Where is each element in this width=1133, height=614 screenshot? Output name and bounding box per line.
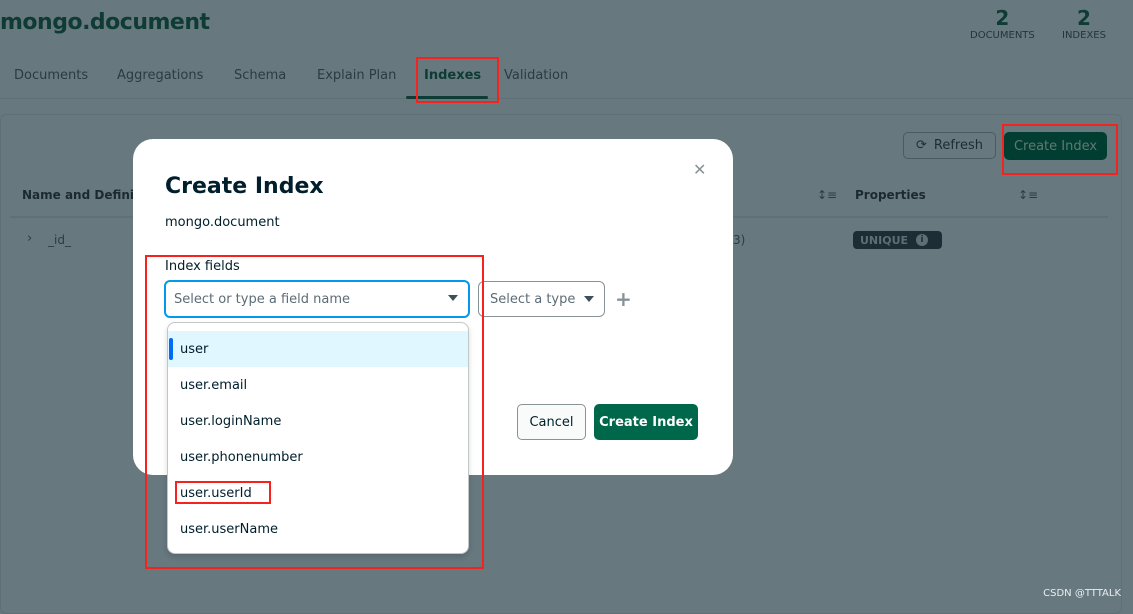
tab-validation[interactable]: Validation bbox=[504, 68, 568, 83]
expand-row-chevron-icon[interactable]: › bbox=[27, 231, 32, 246]
tab-explain-plan[interactable]: Explain Plan bbox=[317, 68, 396, 83]
annotation-box-indexes-tab bbox=[416, 57, 499, 103]
tab-schema[interactable]: Schema bbox=[234, 68, 286, 83]
documents-label: DOCUMENTS bbox=[970, 30, 1035, 41]
add-field-plus-icon[interactable]: + bbox=[615, 287, 632, 311]
refresh-label: Refresh bbox=[933, 138, 983, 153]
annotation-box-create-button bbox=[1002, 124, 1118, 175]
create-index-button[interactable]: Create Index bbox=[594, 404, 698, 440]
annotation-box-index-fields bbox=[145, 255, 484, 569]
close-icon[interactable]: ✕ bbox=[693, 160, 706, 179]
refresh-button[interactable]: ⟳ Refresh bbox=[903, 132, 996, 159]
sort-icon[interactable]: ↕≡ bbox=[817, 188, 837, 202]
indexes-stat: 2 INDEXES bbox=[1062, 6, 1106, 41]
type-placeholder: Select a type bbox=[490, 291, 576, 307]
caret-down-icon bbox=[584, 296, 594, 302]
info-icon[interactable]: i bbox=[916, 234, 929, 246]
collection-title: mongo.document bbox=[0, 10, 210, 35]
column-header-properties[interactable]: Properties bbox=[855, 188, 926, 202]
refresh-icon: ⟳ bbox=[916, 138, 927, 153]
index-type-select[interactable]: Select a type bbox=[478, 281, 605, 317]
annotation-box-userid bbox=[175, 481, 271, 504]
index-name: _id_ bbox=[48, 233, 71, 247]
modal-title: Create Index bbox=[165, 174, 324, 199]
tab-aggregations[interactable]: Aggregations bbox=[117, 68, 203, 83]
tab-documents[interactable]: Documents bbox=[14, 68, 88, 83]
cancel-button[interactable]: Cancel bbox=[517, 404, 586, 440]
column-header-name[interactable]: Name and Definit bbox=[22, 188, 140, 202]
unique-badge: UNIQUE i bbox=[853, 231, 942, 249]
modal-namespace: mongo.document bbox=[165, 215, 280, 230]
documents-count: 2 bbox=[995, 6, 1010, 30]
badge-label: UNIQUE bbox=[860, 233, 909, 247]
indexes-count: 2 bbox=[1077, 6, 1091, 30]
tab-bar: Documents Aggregations Schema Explain Pl… bbox=[0, 68, 1133, 99]
index-definition-partial: 3) bbox=[733, 233, 746, 247]
indexes-label: INDEXES bbox=[1062, 30, 1106, 41]
watermark: CSDN @TTTALK bbox=[1043, 588, 1121, 599]
documents-stat: 2 DOCUMENTS bbox=[970, 6, 1035, 41]
sort-icon[interactable]: ↕≡ bbox=[1018, 188, 1038, 202]
